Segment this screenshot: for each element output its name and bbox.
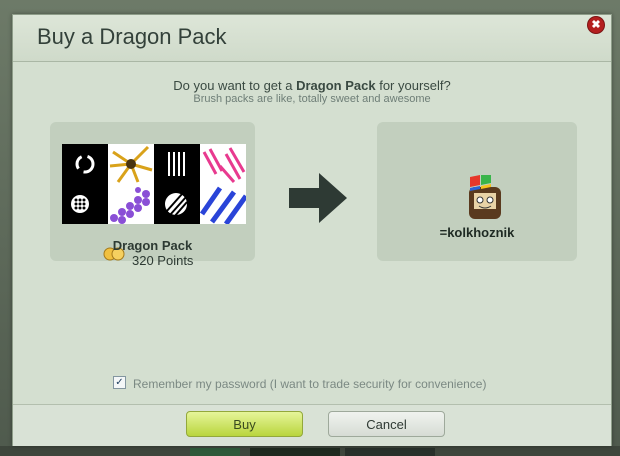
- question-prefix: Do you want to get a: [173, 78, 297, 93]
- brush-preview-dots: [62, 184, 108, 224]
- background-thumb: [190, 448, 240, 456]
- pack-points: 320 Points: [132, 253, 194, 268]
- background-thumb: [345, 448, 435, 456]
- pack-name: Dragon Pack: [112, 238, 193, 253]
- pack-preview-grid: [62, 144, 249, 226]
- purchase-subtitle: Brush packs are like, totally sweet and …: [193, 93, 431, 105]
- remember-checkbox[interactable]: ✓: [113, 376, 126, 389]
- brush-preview-stripes: [154, 184, 200, 224]
- dialog-titlebar: Buy a Dragon Pack ✖: [13, 15, 611, 62]
- close-icon[interactable]: ✖: [588, 17, 604, 33]
- brush-preview-swirl: [62, 144, 108, 184]
- brush-preview-burst: [108, 144, 154, 184]
- purchase-question: Do you want to get a Dragon Pack for you…: [13, 78, 611, 93]
- recipient-username[interactable]: =kolkhoznik: [377, 225, 577, 240]
- user-avatar-icon[interactable]: [460, 175, 510, 219]
- brush-preview-purple: [108, 184, 154, 224]
- remember-label[interactable]: Remember my password (I want to trade se…: [133, 377, 486, 391]
- background-thumb: [250, 448, 340, 456]
- question-suffix: for yourself?: [375, 78, 451, 93]
- background-strip: [0, 446, 620, 456]
- brush-preview-blue: [199, 184, 249, 226]
- cancel-button[interactable]: Cancel: [328, 411, 445, 437]
- pack-panel: Dragon Pack 320 Points: [50, 122, 255, 268]
- dialog-title: Buy a Dragon Pack: [37, 24, 227, 49]
- brush-preview-lines: [154, 144, 200, 184]
- dialog-footer: Buy Cancel: [13, 404, 611, 446]
- brush-preview-pink: [200, 144, 246, 184]
- buy-dialog: Buy a Dragon Pack ✖ Do you want to get a…: [12, 14, 612, 446]
- arrow-right-icon: [289, 173, 347, 223]
- buy-button[interactable]: Buy: [186, 411, 303, 437]
- question-pack-name: Dragon Pack: [296, 78, 376, 93]
